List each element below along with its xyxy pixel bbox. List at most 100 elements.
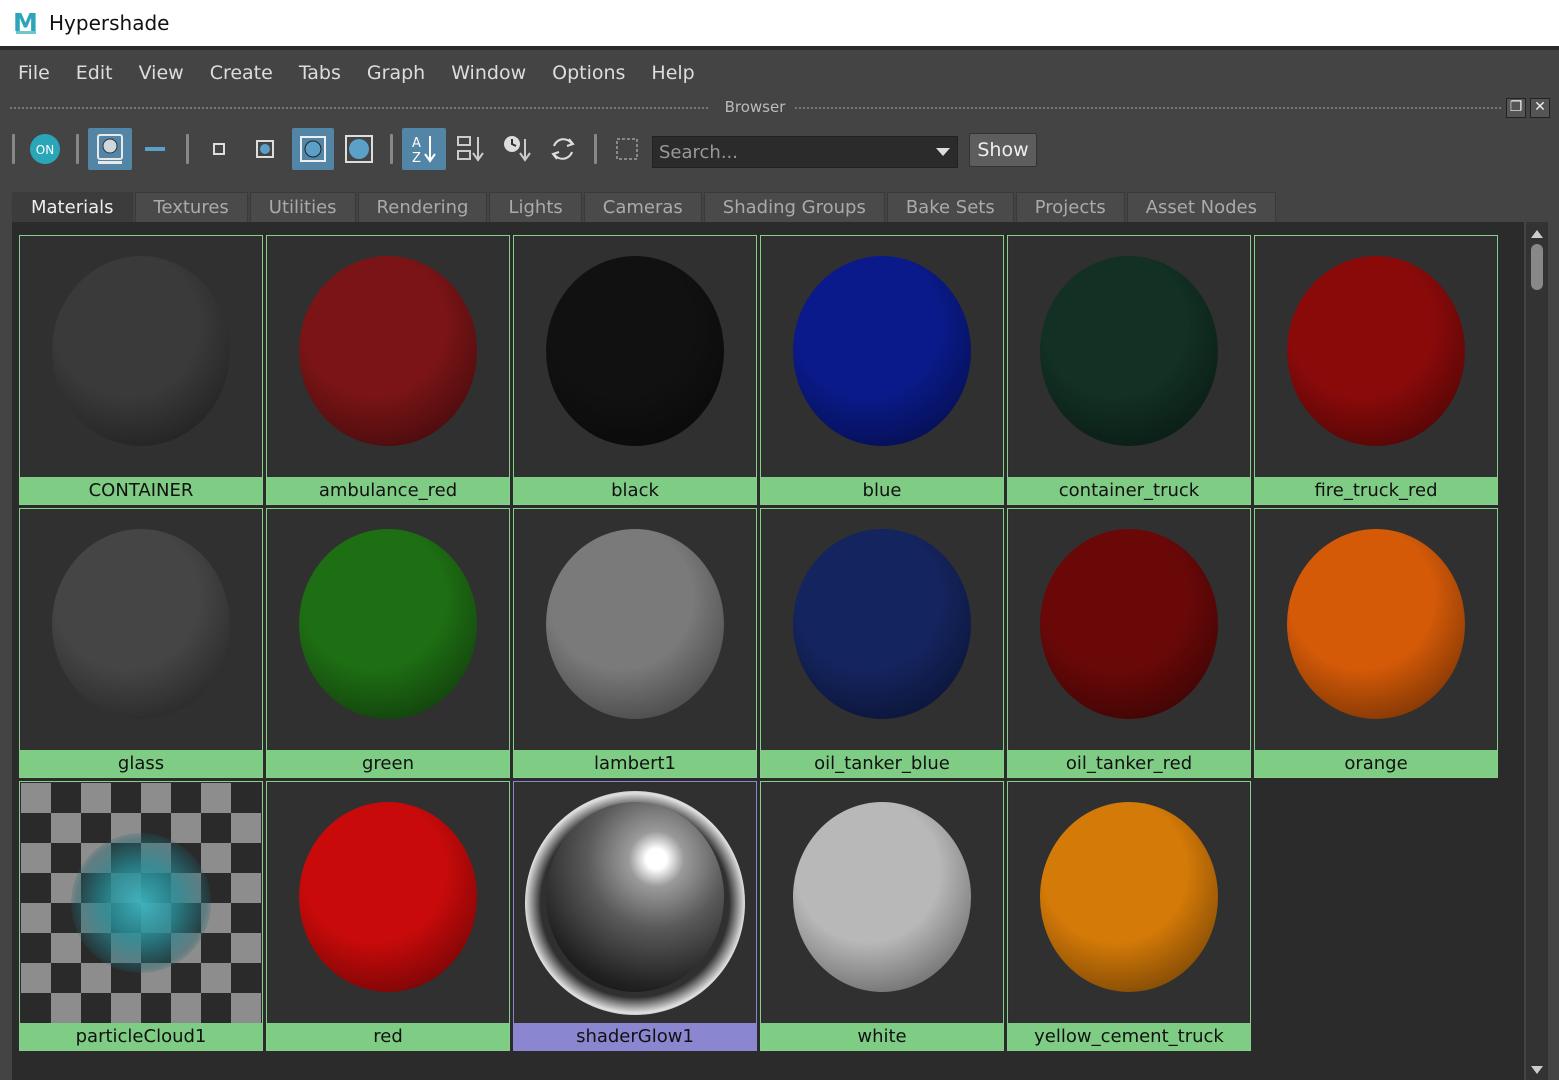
material-swatch[interactable]: white <box>760 781 1004 1051</box>
material-label: red <box>267 1023 509 1050</box>
material-label: orange <box>1255 750 1497 777</box>
material-swatch[interactable]: blue <box>760 235 1004 505</box>
search-dropdown-button[interactable] <box>929 137 957 167</box>
svg-text:A: A <box>412 136 421 151</box>
menu-options[interactable]: Options <box>552 62 625 84</box>
material-preview <box>762 783 1002 1023</box>
scroll-down-icon[interactable] <box>1531 1066 1543 1074</box>
close-panel-icon[interactable]: ✕ <box>1530 98 1550 118</box>
menu-create[interactable]: Create <box>210 62 273 84</box>
tab-rendering[interactable]: Rendering <box>357 192 488 222</box>
search-box <box>652 136 958 168</box>
material-swatch[interactable]: red <box>266 781 510 1051</box>
tab-lights[interactable]: Lights <box>489 192 582 222</box>
drag-handle-right[interactable] <box>795 107 1503 109</box>
material-sphere <box>546 256 724 446</box>
search-input[interactable] <box>653 137 929 167</box>
sort-by-time-icon <box>504 136 531 162</box>
toolbar-separator <box>186 134 189 164</box>
material-preview <box>762 510 1002 750</box>
list-view-button[interactable] <box>136 130 174 168</box>
materials-grid: CONTAINER ambulance_red black blue container… <box>12 222 1524 1080</box>
swatch-size-xlarge-button[interactable] <box>340 130 378 168</box>
menu-graph[interactable]: Graph <box>367 62 425 84</box>
material-preview <box>21 237 261 477</box>
menu-edit[interactable]: Edit <box>76 62 113 84</box>
tab-textures[interactable]: Textures <box>134 192 248 222</box>
material-swatch[interactable]: container_truck <box>1007 235 1251 505</box>
material-preview <box>1256 237 1496 477</box>
material-sphere <box>546 802 724 992</box>
material-sphere <box>52 256 230 446</box>
toolbar-separator <box>76 134 79 164</box>
tab-projects[interactable]: Projects <box>1015 192 1125 222</box>
material-swatch[interactable]: oil_tanker_red <box>1007 508 1251 778</box>
particle-cloud-preview <box>71 833 211 973</box>
medium-swatch-icon <box>256 140 274 158</box>
material-swatch[interactable]: green <box>266 508 510 778</box>
material-swatch[interactable]: oil_tanker_blue <box>760 508 1004 778</box>
swatch-size-small-button[interactable] <box>200 130 238 168</box>
tab-materials[interactable]: Materials <box>12 192 133 222</box>
sort-alphabetical-icon: A Z <box>412 136 436 166</box>
tab-utilities[interactable]: Utilities <box>249 192 356 222</box>
scrollbar-thumb[interactable] <box>1531 244 1543 290</box>
swatch-view-button[interactable] <box>88 128 132 170</box>
float-panel-icon[interactable]: ❐ <box>1506 98 1526 118</box>
material-swatch[interactable]: orange <box>1254 508 1498 778</box>
material-swatch[interactable]: lambert1 <box>513 508 757 778</box>
menu-window[interactable]: Window <box>451 62 526 84</box>
toolbar-separator <box>390 134 393 164</box>
browser-panel-title: Browser <box>724 98 786 116</box>
material-sphere <box>793 529 971 719</box>
sort-by-name-button[interactable]: A Z <box>402 128 446 170</box>
material-preview <box>268 783 508 1023</box>
material-sphere <box>52 529 230 719</box>
filter-button[interactable] <box>608 130 646 168</box>
material-label: yellow_cement_truck <box>1008 1023 1250 1050</box>
material-label: white <box>761 1023 1003 1050</box>
sort-by-type-button[interactable] <box>452 130 490 168</box>
material-preview <box>268 510 508 750</box>
chevron-down-icon <box>936 148 950 156</box>
menu-tabs[interactable]: Tabs <box>299 62 341 84</box>
material-swatch[interactable]: black <box>513 235 757 505</box>
browser-panel-header: Browser ❐ ✕ <box>10 98 1550 118</box>
material-swatch[interactable]: CONTAINER <box>19 235 263 505</box>
sort-by-time-button[interactable] <box>498 130 536 168</box>
tab-bake-sets[interactable]: Bake Sets <box>886 192 1014 222</box>
material-swatch[interactable]: particleCloud1 <box>19 781 263 1051</box>
on-toggle-button[interactable]: ON <box>26 130 64 168</box>
toolbar-separator <box>594 134 597 164</box>
material-swatch[interactable]: yellow_cement_truck <box>1007 781 1251 1051</box>
menu-view[interactable]: View <box>139 62 184 84</box>
tab-cameras[interactable]: Cameras <box>583 192 702 222</box>
reverse-order-button[interactable] <box>544 130 582 168</box>
vertical-scrollbar[interactable] <box>1526 222 1548 1080</box>
menu-bar: File Edit View Create Tabs Graph Window … <box>0 54 1559 92</box>
material-label: lambert1 <box>514 750 756 777</box>
material-label: particleCloud1 <box>20 1023 262 1050</box>
material-preview <box>1256 510 1496 750</box>
material-preview <box>1009 237 1249 477</box>
large-swatch-icon <box>300 136 326 162</box>
material-sphere <box>1287 529 1465 719</box>
swatch-size-medium-button[interactable] <box>246 130 284 168</box>
material-swatch[interactable]: fire_truck_red <box>1254 235 1498 505</box>
material-sphere <box>1040 529 1218 719</box>
tab-shading-groups[interactable]: Shading Groups <box>703 192 885 222</box>
menu-file[interactable]: File <box>18 62 50 84</box>
swatch-size-large-button[interactable] <box>292 128 334 170</box>
scroll-up-icon[interactable] <box>1531 230 1543 238</box>
maya-logo-icon: M <box>13 8 38 37</box>
show-button[interactable]: Show <box>969 133 1037 167</box>
tab-asset-nodes[interactable]: Asset Nodes <box>1126 192 1276 222</box>
drag-handle-left[interactable] <box>10 107 710 109</box>
material-swatch[interactable]: glass <box>19 508 263 778</box>
swatch-view-icon <box>97 134 123 164</box>
menu-help[interactable]: Help <box>651 62 694 84</box>
material-sphere <box>1287 256 1465 446</box>
material-sphere <box>299 256 477 446</box>
material-swatch[interactable]: ambulance_red <box>266 235 510 505</box>
material-swatch[interactable]: shaderGlow1 <box>513 781 757 1051</box>
